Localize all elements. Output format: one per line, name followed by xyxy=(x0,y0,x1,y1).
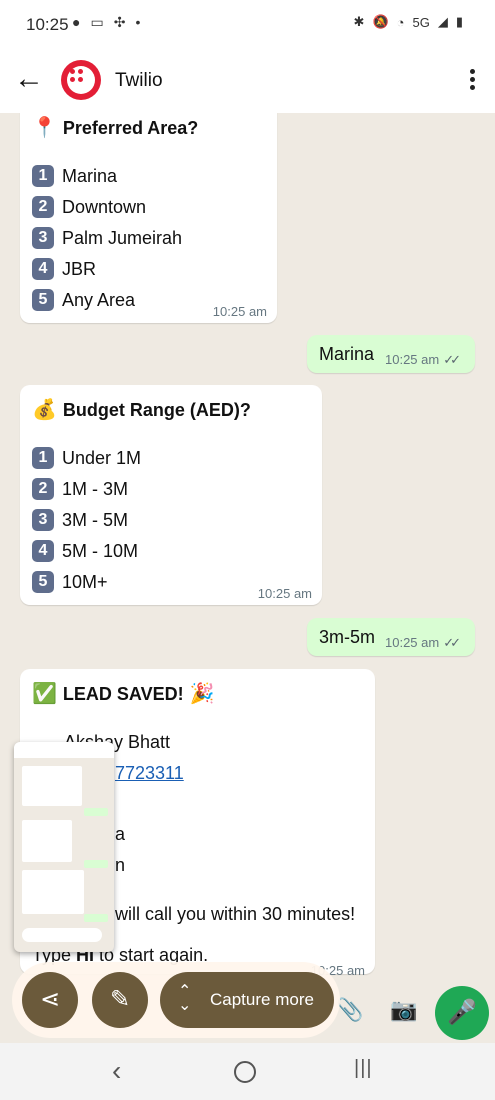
expand-icon: ⌃ ⌄ xyxy=(178,983,192,1014)
list-item: 4 JBR xyxy=(32,258,96,281)
lead-line-b: n xyxy=(115,855,126,875)
lead-phone-link[interactable]: 7723311 xyxy=(115,763,184,784)
read-ticks-icon: ✓✓ xyxy=(443,352,461,367)
reply-text: 3m-5m xyxy=(319,627,376,647)
message-time: 10:25 am xyxy=(385,352,440,367)
message-budget-question: 💰 Budget Range (AED)? 1 Under 1M 2 1M - 3M … xyxy=(20,385,322,605)
status-bar: 10:25 ● ▭ ✣ • ✱ 🔕 ◔ 5G ◢ ▮ xyxy=(0,0,495,50)
status-time: 10:25 xyxy=(26,15,69,34)
fan-icon: ✣ xyxy=(113,14,126,30)
message-area-question: 📍 Preferred Area? 1 Marina 2 Downtown 3 Palm… xyxy=(20,113,277,323)
mute-icon: 🔕 xyxy=(372,14,389,29)
party-popper-icon: 🎉 xyxy=(189,683,215,705)
message-icon: ▭ xyxy=(90,14,104,30)
screenshot-thumbnail[interactable] xyxy=(14,742,114,952)
network-label: 5G xyxy=(412,14,430,30)
message-time: 10:25 am xyxy=(212,304,267,319)
message-time: 10:25 am xyxy=(257,586,312,601)
more-options-icon[interactable] xyxy=(467,66,477,96)
money-bag-icon: 💰 xyxy=(32,399,57,421)
signal-icon: ◢ xyxy=(437,14,448,29)
mic-button[interactable]: 🎤 xyxy=(435,986,489,1040)
read-ticks-icon: ✓✓ xyxy=(443,635,461,650)
system-nav-bar: ‹ ||| xyxy=(0,1043,495,1100)
chat-header: ← Twilio xyxy=(0,50,495,113)
list-item: 4 5M - 10M xyxy=(32,540,138,563)
pin-icon: 📍 xyxy=(32,117,57,139)
dot-icon: • xyxy=(135,14,141,30)
reply-text: Marina xyxy=(319,344,375,364)
list-item: 1 Marina xyxy=(32,165,117,188)
share-icon: ⋖ xyxy=(39,986,61,1013)
share-button[interactable]: ⋖ xyxy=(22,972,78,1028)
bluetooth-icon: ✱ xyxy=(353,14,365,29)
area-title: Preferred Area? xyxy=(62,118,199,138)
thumbnail-header xyxy=(14,742,114,758)
list-item: 2 Downtown xyxy=(32,196,146,219)
list-item: 1 Under 1M xyxy=(32,447,141,470)
message-reply-budget: 3m-5m 10:25 am ✓✓ xyxy=(307,618,475,656)
capture-more-button[interactable]: ⌃ ⌄ Capture more xyxy=(160,972,334,1028)
contact-name[interactable]: Twilio xyxy=(115,70,163,92)
nav-recents-icon[interactable]: ||| xyxy=(354,1057,373,1080)
screenshot-toolbar: ⋖ ✎ ⌃ ⌄ Capture more xyxy=(12,962,340,1038)
mic-icon: 🎤 xyxy=(447,999,477,1026)
nav-home-icon[interactable] xyxy=(234,1061,256,1083)
list-item: 3 Palm Jumeirah xyxy=(32,227,182,250)
nav-back-icon[interactable]: ‹ xyxy=(112,1055,121,1087)
battery-icon: ▮ xyxy=(455,14,463,29)
lead-callback-text: will call you within 30 minutes! xyxy=(115,904,356,924)
list-item: 5 10M+ xyxy=(32,571,108,594)
edit-button[interactable]: ✎ xyxy=(92,972,148,1028)
list-item: 3 3M - 5M xyxy=(32,509,128,532)
chat-icon: ● xyxy=(72,14,81,30)
message-time: 10:25 am xyxy=(385,635,440,650)
capture-more-label: Capture more xyxy=(210,990,314,1009)
list-item: 5 Any Area xyxy=(32,289,135,312)
avatar[interactable] xyxy=(61,60,101,100)
pencil-icon: ✎ xyxy=(109,986,131,1013)
status-notification-icons: ● ▭ ✣ • xyxy=(72,14,140,31)
message-reply-marina: Marina 10:25 am ✓✓ xyxy=(307,335,475,373)
status-system-icons: ✱ 🔕 ◔ 5G ◢ ▮ xyxy=(354,14,463,30)
wifi-icon: ◔ xyxy=(396,14,405,30)
attach-icon[interactable]: 📎 xyxy=(336,997,363,1023)
budget-title: Budget Range (AED)? xyxy=(62,400,251,420)
list-item: 2 1M - 3M xyxy=(32,478,128,501)
lead-title: LEAD SAVED! xyxy=(62,684,184,704)
check-icon: ✅ xyxy=(32,683,57,705)
back-arrow-icon[interactable]: ← xyxy=(14,64,44,94)
lead-line-a: a xyxy=(115,824,126,844)
camera-icon[interactable]: 📷 xyxy=(390,997,417,1023)
